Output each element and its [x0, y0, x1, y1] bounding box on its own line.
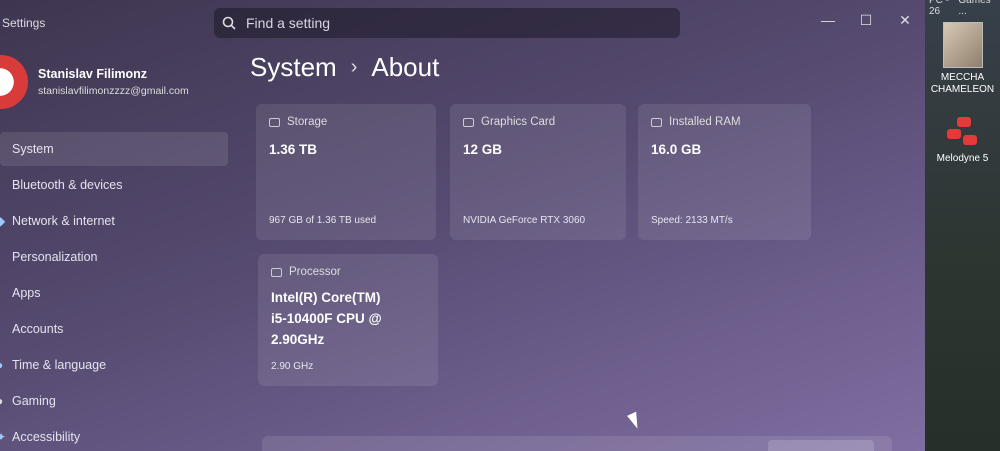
app-title: Settings [2, 16, 46, 30]
processor-value-line: 2.90GHz [271, 331, 325, 347]
sidebar-item-label: Bluetooth & devices [12, 178, 123, 192]
chevron-right-icon: › [350, 56, 358, 78]
storage-sub: 967 GB of 1.36 TB used [269, 215, 377, 226]
desktop-icon-meccha-chameleon[interactable]: MECCHA CHAMELEON [925, 22, 1000, 96]
ram-card[interactable]: Installed RAM 16.0 GB Speed: 2133 MT/s [638, 104, 811, 240]
desktop-top-labels: PC - 26 Games ... [925, 0, 1000, 17]
profile-name: Stanislav Filimonz [38, 67, 148, 81]
processor-value: Intel(R) Core(TM) i5-10400F CPU @ 2.90GH… [271, 288, 425, 351]
settings-window: Settings Find a setting — ☐ ✕ Stanislav … [0, 0, 925, 451]
graphics-sub: NVIDIA GeForce RTX 3060 [463, 215, 586, 226]
ram-icon [651, 117, 662, 127]
storage-card[interactable]: Storage 1.36 TB 967 GB of 1.36 TB used [256, 104, 436, 240]
globe-icon: ● [0, 358, 3, 372]
card-title: Installed RAM [669, 116, 741, 128]
app-thumbnail-icon [942, 22, 983, 68]
profile-email: stanislavfilimonzzzz@gmail.com [38, 85, 189, 97]
sidebar-item-accounts[interactable]: Accounts [0, 312, 228, 346]
accessibility-icon: ✦ [0, 430, 7, 444]
graphics-value: 12 GB [463, 142, 503, 157]
sidebar-item-apps[interactable]: Apps [0, 276, 228, 310]
sidebar-item-label: System [12, 142, 54, 156]
sidebar-item-label: Accessibility [12, 430, 81, 444]
processor-icon [271, 267, 282, 277]
breadcrumb-parent[interactable]: System [250, 52, 337, 83]
processor-card[interactable]: Processor Intel(R) Core(TM) i5-10400F CP… [258, 254, 438, 386]
avatar[interactable] [0, 55, 28, 109]
ram-sub: Speed: 2133 MT/s [651, 215, 733, 226]
page-title: About [371, 52, 440, 82]
processor-sub: 2.90 GHz [271, 361, 314, 372]
processor-value-line: Intel(R) Core(TM) [271, 290, 381, 305]
search-box[interactable]: Find a setting [214, 8, 680, 38]
minimize-button[interactable]: — [813, 8, 843, 32]
sidebar-item-gaming[interactable]: ● Gaming [0, 384, 228, 418]
card-title: Storage [287, 116, 328, 128]
sidebar-item-label: Time & language [12, 358, 107, 372]
graphics-card[interactable]: Graphics Card 12 GB NVIDIA GeForce RTX 3… [450, 104, 626, 240]
desktop-area: PC - 26 Games ... MECCHA CHAMELEON Melod… [925, 0, 1000, 451]
sidebar-item-label: Personalization [12, 250, 98, 264]
desktop-icon-label: MECCHA [940, 72, 985, 83]
user-profile[interactable]: Stanislav Filimonz stanislavfilimonzzzz@… [0, 55, 189, 109]
ram-value: 16.0 GB [651, 142, 702, 157]
desktop-label: PC - 26 [929, 0, 949, 17]
storage-value: 1.36 TB [269, 142, 318, 157]
search-icon [222, 16, 236, 30]
sidebar-item-label: Network & internet [12, 214, 115, 228]
breadcrumb: System › About [250, 52, 439, 83]
sidebar-item-time-language[interactable]: ● Time & language [0, 348, 228, 382]
mouse-cursor-icon [627, 411, 643, 431]
desktop-label: Games ... [958, 0, 991, 17]
network-icon: ◆ [0, 214, 6, 228]
storage-icon [269, 117, 280, 127]
card-title: Graphics Card [481, 116, 556, 128]
processor-value-line: i5-10400F CPU @ [271, 310, 382, 326]
desktop-icon-label: CHAMELEON [930, 84, 995, 95]
sidebar-item-system[interactable]: System [0, 132, 228, 166]
sidebar-item-bluetooth[interactable]: Bluetooth & devices [0, 168, 228, 202]
melodyne-icon [943, 115, 983, 149]
desktop-icon-label: Melodyne 5 [936, 153, 989, 164]
sidebar-item-accessibility[interactable]: ✦ Accessibility [0, 420, 228, 451]
gamepad-icon: ● [0, 394, 3, 408]
copy-button[interactable] [768, 440, 874, 451]
sidebar-item-network[interactable]: ◆ Network & internet [0, 204, 228, 238]
card-title: Processor [289, 266, 341, 278]
maximize-button[interactable]: ☐ [851, 8, 881, 32]
sidebar-nav: System Bluetooth & devices ◆ Network & i… [0, 132, 228, 451]
sidebar-item-label: Apps [12, 286, 41, 300]
sidebar-item-label: Gaming [12, 394, 56, 408]
desktop-icon-melodyne[interactable]: Melodyne 5 [925, 115, 1000, 165]
search-placeholder[interactable]: Find a setting [246, 15, 330, 31]
sidebar-item-label: Accounts [12, 322, 64, 336]
sidebar-item-personalization[interactable]: Personalization [0, 240, 228, 274]
graphics-card-icon [463, 117, 474, 127]
close-button[interactable]: ✕ [890, 8, 920, 32]
